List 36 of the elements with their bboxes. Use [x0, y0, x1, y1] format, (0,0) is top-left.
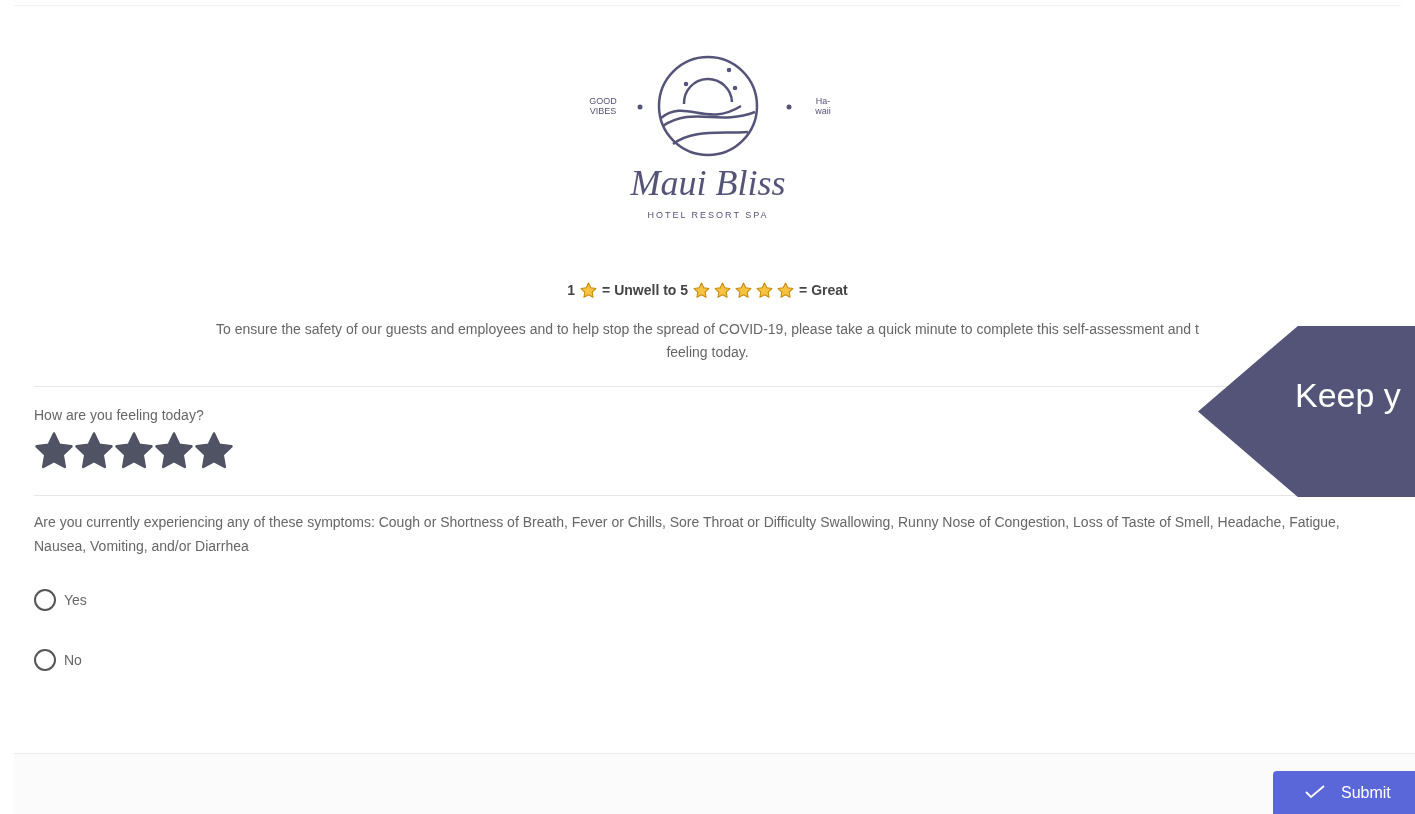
star-rating[interactable]: [34, 431, 234, 471]
star-icon: [735, 282, 753, 299]
option-label: No: [64, 651, 82, 670]
option-label: Yes: [64, 591, 87, 610]
dot-icon: [786, 104, 791, 110]
logo-tagline: HOTEL RESORT SPA: [646, 210, 769, 220]
radio-button[interactable]: [34, 589, 56, 611]
question-label: How are you feeling today?: [34, 406, 205, 425]
star-icon: [693, 282, 711, 299]
legend-text: = Unwell to 5: [602, 281, 689, 300]
radio-button[interactable]: [34, 649, 56, 671]
logo-tag: waii: [814, 106, 831, 116]
logo-name: Maui Bliss: [630, 163, 785, 203]
star-icon[interactable]: [154, 431, 194, 471]
logo-tag: VIBES: [589, 106, 616, 116]
legend-text: 1: [567, 281, 576, 300]
star-icon: [580, 282, 598, 299]
star-icon[interactable]: [114, 431, 154, 471]
side-callout-tooltip[interactable]: [1198, 326, 1415, 497]
check-icon: [1305, 784, 1325, 799]
star-icon: [777, 282, 795, 299]
star-icon: [714, 282, 732, 299]
dot-icon: [637, 104, 642, 110]
intro-text: To ensure the safety of our guests and employees and to help stop the spread of COVID-19, please take a quick minute to complete this self-assessment and t: [215, 320, 1200, 339]
side-tab-text: Keep y: [1295, 375, 1401, 416]
question-label: Are you currently experiencing any of these symptoms: Cough or Shortness of Breath, Fever or Chills, Sore Throat or Difficulty Swallowing, Runny Nose of Congestion, Loss of Taste of Smell, Headache, Fatigue, Nausea, Vomiting, and/or Diarrhea: [34, 513, 1341, 556]
legend-text: = Great: [799, 281, 848, 300]
star-icon[interactable]: [74, 431, 114, 471]
logo-emblem-icon: [657, 55, 758, 157]
submit-button[interactable]: Submit: [1273, 771, 1415, 814]
intro-text: feeling today.: [665, 343, 750, 362]
star-icon[interactable]: [34, 431, 74, 471]
star-icon[interactable]: [194, 431, 234, 471]
logo-tag: Ha-: [815, 96, 830, 106]
star-icon: [756, 282, 774, 299]
logo-tag: GOOD: [588, 96, 617, 106]
